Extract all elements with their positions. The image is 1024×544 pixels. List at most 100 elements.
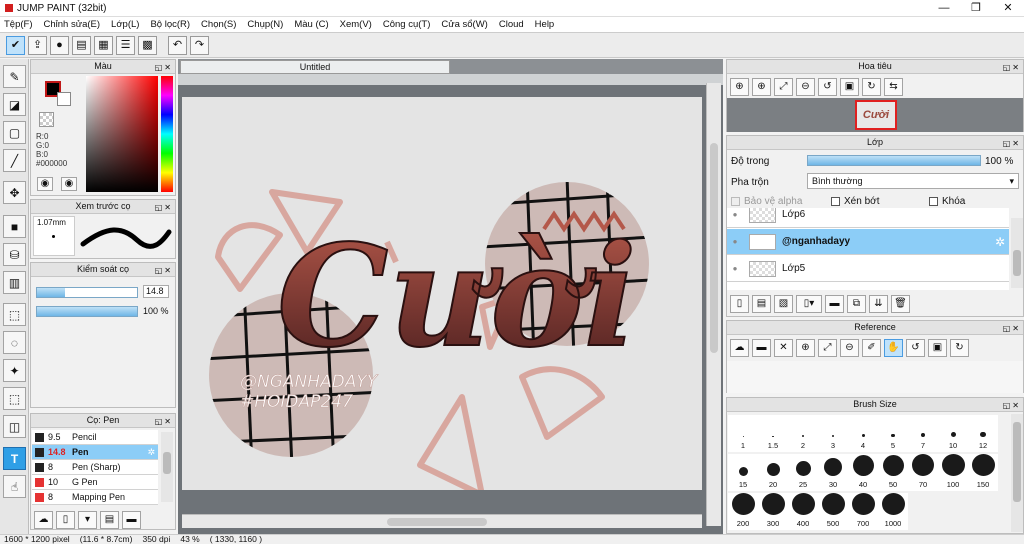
visibility-icon[interactable]: ●: [727, 237, 743, 246]
bucket-tool-icon[interactable]: ⛁: [3, 243, 26, 266]
zoom-out-icon[interactable]: ⊖: [796, 78, 815, 96]
menu-tools[interactable]: Công cụ(T): [383, 19, 431, 30]
brush-size-option-700[interactable]: 700: [848, 493, 878, 530]
color-picker-icon[interactable]: ◉: [37, 177, 53, 191]
brush-size-option-70[interactable]: 70: [908, 454, 938, 491]
panel-controls-icon[interactable]: ◱✕: [1003, 322, 1021, 335]
fill-rect-tool-icon[interactable]: ■: [3, 215, 26, 238]
layer-folder-icon[interactable]: ▬: [825, 295, 844, 313]
undo-icon[interactable]: ↶: [168, 35, 187, 55]
brush-size-option-50[interactable]: 50: [878, 454, 908, 491]
actual-size-icon[interactable]: ▣: [840, 78, 859, 96]
reference-rotate-left-icon[interactable]: ↺: [906, 339, 925, 357]
brush-size-option-12[interactable]: 12: [968, 415, 998, 452]
menu-cloud[interactable]: Cloud: [499, 19, 524, 30]
brush-size-option-400[interactable]: 400: [788, 493, 818, 530]
delete-layer-icon[interactable]: 🗑: [891, 295, 910, 313]
menu-file[interactable]: Tệp(F): [4, 19, 33, 30]
layer-row[interactable]: ● Lớp5: [727, 256, 1009, 282]
color-saturation-field[interactable]: [86, 76, 158, 192]
document-icon[interactable]: ▦: [94, 35, 113, 55]
eraser-tool-icon[interactable]: ◪: [3, 93, 26, 116]
reference-hand-icon[interactable]: ✋: [884, 339, 903, 357]
move-tool-icon[interactable]: ✥: [3, 181, 26, 204]
brush-item-mapping-pen[interactable]: 8 Mapping Pen: [32, 490, 158, 505]
brush-size-scrollbar[interactable]: [1011, 414, 1023, 532]
brush-opacity-slider[interactable]: [36, 306, 138, 317]
select-rect-tool-icon[interactable]: ⬚: [3, 303, 26, 326]
gradient-tool-icon[interactable]: ▥: [3, 271, 26, 294]
lasso-tool-icon[interactable]: ◌: [3, 331, 26, 354]
menu-view[interactable]: Xem(V): [340, 19, 372, 30]
menu-color[interactable]: Màu (C): [294, 19, 328, 30]
menu-capture[interactable]: Chụp(N): [247, 19, 283, 30]
cloud-download-icon[interactable]: ☁: [34, 511, 53, 529]
folder-icon[interactable]: ▬: [122, 511, 141, 529]
duplicate-layer-icon[interactable]: ⧉: [847, 295, 866, 313]
brush-size-option-25[interactable]: 25: [788, 454, 818, 491]
hue-slider[interactable]: [161, 76, 173, 192]
rotate-left-icon[interactable]: ↺: [818, 78, 837, 96]
panel-controls-icon[interactable]: ◱✕: [1003, 137, 1021, 150]
brush-size-option-3[interactable]: 3: [818, 415, 848, 452]
reference-fit-icon[interactable]: ⤢: [818, 339, 837, 357]
menu-edit[interactable]: Chỉnh sửa(E): [44, 19, 101, 30]
brush-size-option-5[interactable]: 5: [878, 415, 908, 452]
transparent-color-swatch[interactable]: [39, 112, 54, 127]
magic-wand-tool-icon[interactable]: ✦: [3, 359, 26, 382]
layer-row[interactable]: ● Lớp6: [727, 208, 1009, 228]
panel-controls-icon[interactable]: ◱✕: [155, 415, 173, 428]
visibility-icon[interactable]: ●: [727, 210, 743, 219]
brush-size-option-10[interactable]: 10: [938, 415, 968, 452]
fit-screen-icon[interactable]: ⤢: [774, 78, 793, 96]
clip-checkbox[interactable]: [831, 197, 840, 206]
brush-size-option-300[interactable]: 300: [758, 493, 788, 530]
brush-size-option-7[interactable]: 7: [908, 415, 938, 452]
visibility-icon[interactable]: ●: [727, 264, 743, 273]
hand-tool-icon[interactable]: ☝: [3, 475, 26, 498]
new-color-layer-icon[interactable]: ▧: [774, 295, 793, 313]
color-palette-icon[interactable]: ◉: [61, 177, 77, 191]
brush-item-pencil[interactable]: 9.5 Pencil: [32, 430, 158, 445]
rectangle-tool-icon[interactable]: ▢: [3, 121, 26, 144]
brush-size-input[interactable]: 14.8: [143, 285, 169, 298]
protect-alpha-checkbox[interactable]: [731, 197, 740, 206]
reference-eyedropper-icon[interactable]: ✐: [862, 339, 881, 357]
new-layer-icon[interactable]: ▯: [730, 295, 749, 313]
panel-controls-icon[interactable]: ◱✕: [155, 201, 173, 214]
menu-select[interactable]: Chọn(S): [201, 19, 236, 30]
layer-row-selected[interactable]: ● @nganhadayy ✲: [727, 229, 1009, 255]
canvas-vertical-scrollbar[interactable]: [706, 83, 721, 526]
brush-options-icon[interactable]: ▾: [78, 511, 97, 529]
new-raster-layer-icon[interactable]: ▤: [752, 295, 771, 313]
brush-settings-icon[interactable]: ▤: [100, 511, 119, 529]
zoom-in-plus-icon[interactable]: ⊕: [752, 78, 771, 96]
select-pen-tool-icon[interactable]: ⬚: [3, 387, 26, 410]
line-tool-icon[interactable]: ╱: [3, 149, 26, 172]
brush-size-option-15[interactable]: 15: [728, 454, 758, 491]
canvas-horizontal-scrollbar[interactable]: [182, 514, 702, 528]
list-icon[interactable]: ☰: [116, 35, 135, 55]
brush-size-option-4[interactable]: 4: [848, 415, 878, 452]
panel-controls-icon[interactable]: ◱✕: [1003, 61, 1021, 74]
brush-size-option-100[interactable]: 100: [938, 454, 968, 491]
menu-layer[interactable]: Lớp(L): [111, 19, 139, 30]
menu-help[interactable]: Help: [535, 19, 555, 30]
settings-gear-icon[interactable]: ✲: [147, 447, 155, 458]
layer-settings-gear-icon[interactable]: ✲: [995, 235, 1005, 249]
zoom-in-icon[interactable]: ⊕: [730, 78, 749, 96]
menu-window[interactable]: Cửa sổ(W): [441, 19, 487, 30]
merge-layer-icon[interactable]: ⇊: [869, 295, 888, 313]
brush-size-option-1[interactable]: 1: [728, 415, 758, 452]
brush-size-slider[interactable]: [36, 287, 138, 298]
layer-list-scrollbar[interactable]: [1011, 218, 1023, 288]
brush-size-option-30[interactable]: 30: [818, 454, 848, 491]
rotate-right-icon[interactable]: ↻: [862, 78, 881, 96]
export-icon[interactable]: ⇪: [28, 35, 47, 55]
layer-opacity-slider[interactable]: [807, 155, 981, 166]
lock-checkbox[interactable]: [929, 197, 938, 206]
grid-icon[interactable]: ▩: [138, 35, 157, 55]
reference-actual-size-icon[interactable]: ▣: [928, 339, 947, 357]
blend-mode-select[interactable]: Bình thường ▾: [807, 173, 1019, 189]
reference-zoom-in-icon[interactable]: ⊕: [796, 339, 815, 357]
